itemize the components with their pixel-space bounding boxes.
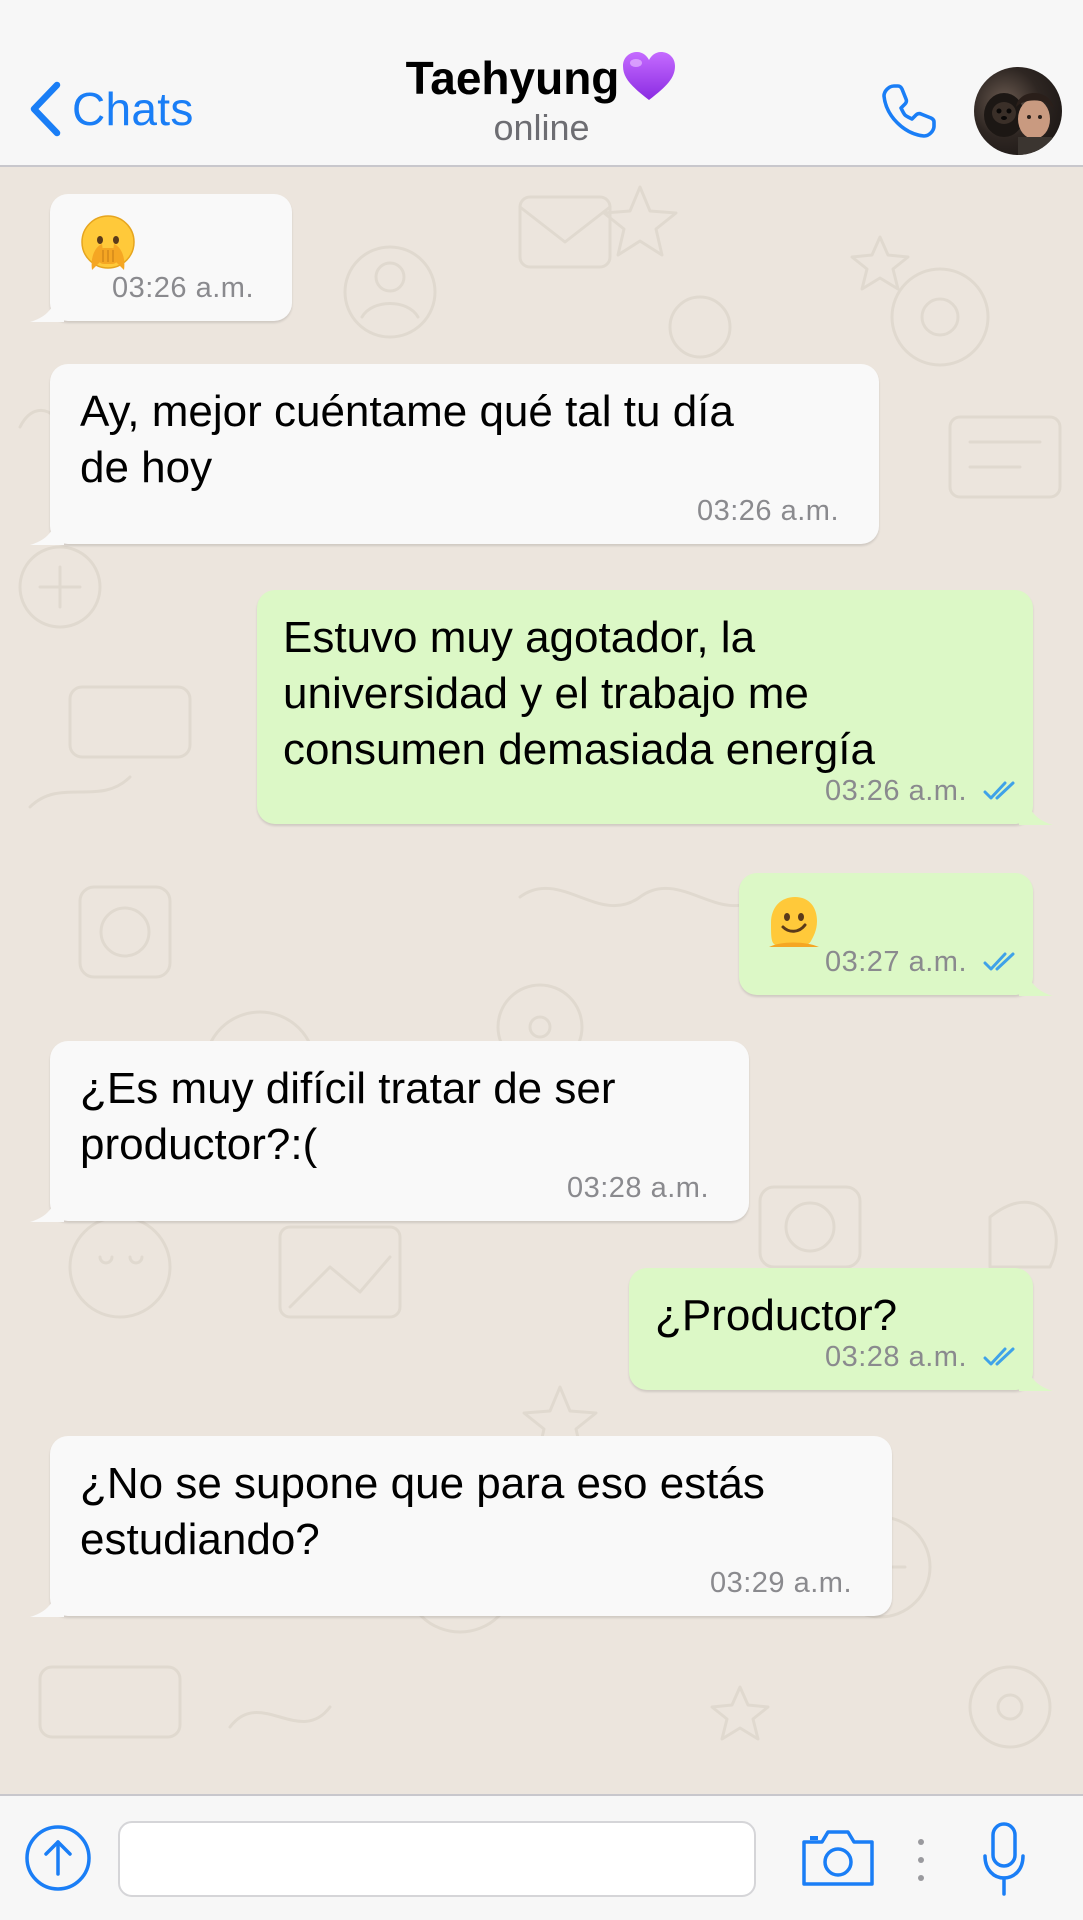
bubble-tail bbox=[30, 1192, 64, 1222]
bubble-tail bbox=[1019, 1361, 1053, 1391]
message-meta: 03:28 a.m. bbox=[567, 1171, 709, 1205]
chevron-left-icon bbox=[30, 81, 61, 137]
message-meta: 03:26 a.m. bbox=[697, 494, 839, 528]
back-button[interactable]: Chats bbox=[28, 78, 194, 140]
phone-icon[interactable] bbox=[878, 80, 940, 142]
message-incoming[interactable]: Ay, mejor cuéntame qué tal tu día de hoy… bbox=[30, 364, 879, 545]
melting-face-emoji bbox=[769, 897, 819, 947]
microphone-icon[interactable] bbox=[980, 1820, 1028, 1900]
message-text: ¿No se supone que para eso estás estudia… bbox=[80, 1459, 765, 1564]
message-text: ¿Es muy difícil tratar de ser productor?… bbox=[80, 1064, 616, 1169]
message-meta: 03:26 a.m. bbox=[825, 774, 1021, 808]
message-outgoing[interactable]: Estuvo muy agotador, la universidad y el… bbox=[257, 590, 1053, 825]
purple-heart-icon bbox=[623, 52, 676, 100]
message-time: 03:26 a.m. bbox=[111, 271, 254, 304]
message-time: 03:28 a.m. bbox=[566, 1171, 709, 1204]
bubble-tail bbox=[30, 1587, 64, 1617]
contact-status: online bbox=[493, 107, 590, 148]
message-input[interactable] bbox=[118, 1821, 756, 1897]
read-ticks-icon bbox=[983, 952, 1015, 971]
message-time: 03:26 a.m. bbox=[824, 774, 967, 807]
message-time: 03:27 a.m. bbox=[824, 945, 967, 978]
upload-arrow-icon[interactable] bbox=[24, 1824, 92, 1892]
read-ticks-icon bbox=[983, 781, 1015, 800]
bubble-tail bbox=[30, 515, 64, 545]
message-outgoing[interactable]: 03:27 a.m. bbox=[739, 873, 1053, 996]
back-label: Chats bbox=[72, 83, 194, 135]
message-text: Ay, mejor cuéntame qué tal tu día de hoy bbox=[80, 387, 734, 492]
bubble-tail bbox=[30, 292, 64, 322]
message-outgoing[interactable]: ¿Productor? 03:28 a.m. bbox=[629, 1268, 1053, 1391]
message-meta: 03:27 a.m. bbox=[825, 945, 1021, 979]
message-incoming[interactable]: ¿Es muy difícil tratar de ser productor?… bbox=[30, 1041, 749, 1222]
message-meta: 03:26 a.m. bbox=[112, 271, 254, 305]
input-bar bbox=[0, 1794, 1083, 1920]
contact-info[interactable]: Taehyung online bbox=[300, 50, 783, 150]
camera-icon[interactable] bbox=[800, 1826, 876, 1890]
message-time: 03:28 a.m. bbox=[824, 1340, 967, 1373]
chat-header: Chats Taehyung online bbox=[0, 0, 1083, 167]
more-dots-icon bbox=[918, 1839, 924, 1881]
face-with-hand-over-mouth-emoji bbox=[81, 215, 135, 270]
avatar-photo bbox=[984, 93, 1054, 155]
read-ticks-icon bbox=[983, 1347, 1015, 1366]
message-time: 03:26 a.m. bbox=[696, 494, 839, 527]
message-text: Estuvo muy agotador, la universidad y el… bbox=[283, 613, 875, 774]
contact-name: Taehyung bbox=[405, 52, 620, 104]
bubble-tail bbox=[1019, 795, 1053, 825]
message-text: ¿Productor? bbox=[655, 1291, 898, 1340]
chat-area[interactable]: 03:26 a.m. Ay, mejor cuéntame qué tal tu… bbox=[0, 167, 1083, 1794]
message-incoming[interactable]: ¿No se supone que para eso estás estudia… bbox=[30, 1436, 892, 1617]
message-incoming[interactable]: 03:26 a.m. bbox=[30, 194, 292, 322]
message-meta: 03:29 a.m. bbox=[710, 1566, 852, 1600]
avatar[interactable] bbox=[974, 67, 1062, 155]
message-meta: 03:28 a.m. bbox=[825, 1340, 1021, 1374]
message-time: 03:29 a.m. bbox=[709, 1566, 852, 1599]
bubble-tail bbox=[1019, 966, 1053, 996]
